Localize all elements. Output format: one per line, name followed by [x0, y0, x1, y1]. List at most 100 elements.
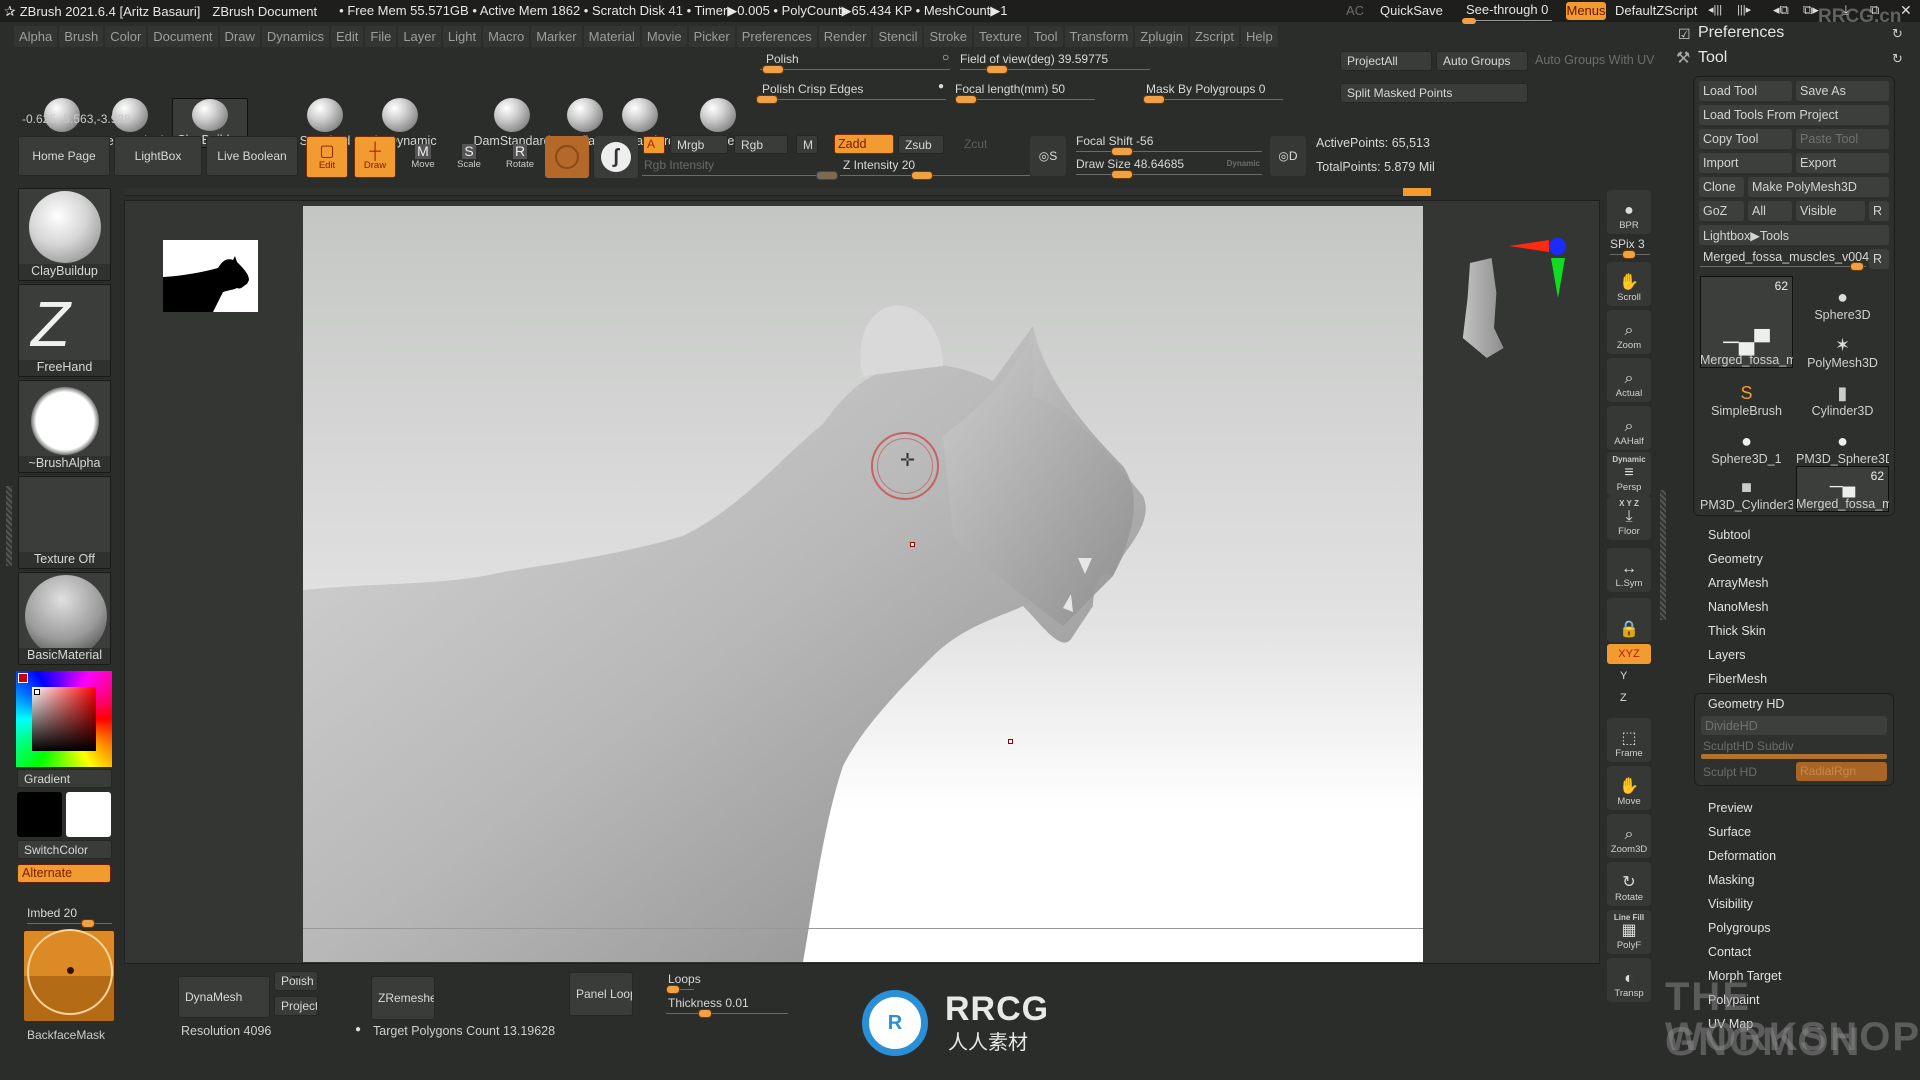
- gizmo-y-axis[interactable]: [1551, 258, 1565, 298]
- shelf-zoom-button[interactable]: ⌕ Zoom: [1607, 310, 1651, 354]
- focal-length-slider[interactable]: Focal length(mm) 50: [955, 82, 1095, 104]
- load-tools-from-project-button[interactable]: Load Tools From Project: [1699, 105, 1889, 125]
- shelf-lsym-button[interactable]: ↔ L.Sym: [1607, 548, 1651, 592]
- menu-zplugin[interactable]: Zplugin: [1135, 25, 1188, 47]
- lazy-mouse-s-button[interactable]: ◎ S: [1030, 136, 1066, 176]
- shelf-move-button[interactable]: ✋ Move: [1607, 766, 1651, 810]
- focal-shift-slider[interactable]: Focal Shift -56: [1076, 134, 1262, 156]
- auto-groups-with-uv-button[interactable]: Auto Groups With UV: [1535, 53, 1655, 67]
- menu-stroke[interactable]: Stroke: [924, 25, 973, 47]
- subpalette-nanomesh[interactable]: NanoMesh: [1708, 600, 1768, 614]
- shelf-polyf-button[interactable]: Line Fill ▦ PolyF: [1607, 910, 1651, 954]
- target-polygons-count-slider[interactable]: Target Polygons Count 13.19628: [373, 1024, 555, 1038]
- preferences-reset-icon[interactable]: ↻: [1892, 26, 1903, 42]
- material-thumbnail[interactable]: BasicMaterial: [18, 572, 111, 665]
- tool-thumb-merged_fossa_m[interactable]: 62 ─▄▀ Merged_fossa_m: [1700, 276, 1793, 368]
- menu-help[interactable]: Help: [1240, 25, 1278, 47]
- draw-size-slider[interactable]: Draw Size 48.64685 Dynamic: [1076, 157, 1262, 179]
- rotate-mode-button[interactable]: R Rotate: [496, 136, 544, 178]
- subpalette-subtool[interactable]: Subtool: [1708, 528, 1750, 542]
- lazy-mouse-d-button[interactable]: ◎ D: [1270, 136, 1306, 176]
- zcut-button[interactable]: Zcut: [964, 137, 987, 151]
- menu-preferences[interactable]: Preferences: [736, 25, 817, 47]
- export-button[interactable]: Export: [1796, 153, 1889, 173]
- alpha-thumbnail[interactable]: ~BrushAlpha: [18, 380, 111, 473]
- panel-loops-button[interactable]: Panel Loops: [569, 972, 633, 1016]
- color-picker[interactable]: [16, 671, 112, 767]
- menu-transform[interactable]: Transform: [1064, 25, 1134, 47]
- shelf-transp-button[interactable]: ◐ Transp: [1607, 958, 1651, 1002]
- split-masked-points-button[interactable]: Split Masked Points: [1340, 83, 1528, 103]
- menu-light[interactable]: Light: [442, 25, 482, 47]
- divide-hd-button[interactable]: DivideHD: [1701, 716, 1887, 735]
- shelf-y-button[interactable]: Y: [1620, 670, 1627, 682]
- subpalette-contact[interactable]: Contact: [1708, 945, 1751, 959]
- menu-picker[interactable]: Picker: [688, 25, 735, 47]
- live-boolean-button[interactable]: Live Boolean: [206, 136, 298, 176]
- preferences-checkbox-icon[interactable]: ☑: [1678, 26, 1691, 43]
- a-toggle[interactable]: A: [643, 136, 665, 154]
- document-viewport[interactable]: ✛: [303, 206, 1423, 962]
- shelf-bpr-button[interactable]: ● BPR: [1607, 190, 1651, 234]
- auto-groups-button[interactable]: Auto Groups: [1436, 51, 1528, 71]
- gradient-button[interactable]: Gradient: [17, 769, 112, 788]
- shelf-floor-button[interactable]: X Y Z ⤓ Floor: [1607, 496, 1651, 540]
- fov-radio-icon[interactable]: ○: [942, 50, 949, 64]
- default-zscript-button[interactable]: DefaultZScript: [1615, 3, 1697, 18]
- shelf-spix-button[interactable]: SPix 3: [1610, 237, 1650, 259]
- zsub-button[interactable]: Zsub: [898, 135, 944, 154]
- goz-r-button[interactable]: R: [1869, 201, 1889, 221]
- z-intensity-knob[interactable]: [911, 171, 933, 180]
- subpalette-arraymesh[interactable]: ArrayMesh: [1708, 576, 1768, 590]
- menu-color[interactable]: Color: [105, 25, 147, 47]
- subpalette-preview[interactable]: Preview: [1708, 801, 1752, 815]
- rgb-intensity-knob[interactable]: [816, 171, 838, 180]
- sculpthd-subdiv-slider[interactable]: SculptHD Subdiv: [1701, 739, 1887, 759]
- brush-thumbnail[interactable]: ClayBuildup: [18, 188, 111, 281]
- spix-knob[interactable]: [1622, 250, 1636, 259]
- subpalette-visibility[interactable]: Visibility: [1708, 897, 1753, 911]
- preferences-palette-title[interactable]: Preferences: [1698, 24, 1784, 42]
- menu-texture[interactable]: Texture: [974, 25, 1027, 47]
- shelf-aahalf-button[interactable]: ⌕ AAHalf: [1607, 406, 1651, 450]
- polish-slider[interactable]: Polish: [760, 52, 950, 74]
- left-shelf-scrollbar[interactable]: [6, 486, 12, 566]
- current-tool-knob[interactable]: [1850, 262, 1864, 271]
- subpalette-fibermesh[interactable]: FiberMesh: [1708, 672, 1767, 686]
- save-as-button[interactable]: Save As: [1796, 81, 1889, 101]
- ac-label[interactable]: AC: [1346, 3, 1364, 18]
- project-all-button[interactable]: ProjectAll: [1340, 51, 1432, 71]
- subpalette-deformation[interactable]: Deformation: [1708, 849, 1776, 863]
- subpalette-masking[interactable]: Masking: [1708, 873, 1755, 887]
- sculpt-hd-button[interactable]: Sculpt HD: [1703, 765, 1757, 779]
- menu-macro[interactable]: Macro: [483, 25, 530, 47]
- shelf-actual-button[interactable]: ⌕ Actual: [1607, 358, 1651, 402]
- switch-color-button[interactable]: SwitchColor: [17, 840, 112, 859]
- fov-knob[interactable]: [986, 65, 1008, 74]
- texture-thumbnail[interactable]: Texture Off: [18, 476, 111, 569]
- tool-reset-icon[interactable]: ↻: [1892, 51, 1903, 67]
- gizmo-z-axis[interactable]: [1549, 238, 1566, 255]
- fov-slider[interactable]: Field of view(deg) 39.59775: [960, 52, 1150, 74]
- prev-layout-icon[interactable]: ◂⧉: [1773, 2, 1789, 18]
- tool-thumb-pm3d_cylinder3[interactable]: ■ PM3D_Cylinder3: [1700, 466, 1793, 512]
- current-tool-slider[interactable]: Merged_fossa_muscles_v004: [1700, 249, 1869, 271]
- m-button[interactable]: M: [796, 135, 818, 154]
- polish-crisp-edges-slider[interactable]: Polish Crisp Edges: [756, 82, 946, 104]
- rgb-intensity-slider[interactable]: Rgb Intensity: [642, 158, 838, 180]
- quicksave-button[interactable]: QuickSave: [1380, 3, 1443, 18]
- shelf-zoom3d-button[interactable]: ⌕ Zoom3D: [1607, 814, 1651, 858]
- tool-thumb-sphere3d[interactable]: ● Sphere3D: [1796, 276, 1889, 322]
- shelf-frame-button[interactable]: ⬚ Frame: [1607, 718, 1651, 762]
- focal-shift-knob[interactable]: [1111, 147, 1133, 156]
- menu-zscript[interactable]: Zscript: [1189, 25, 1239, 47]
- imbed-knob[interactable]: [81, 919, 95, 928]
- geometry-hd-header[interactable]: Geometry HD: [1708, 697, 1784, 711]
- lightbox-button[interactable]: LightBox: [114, 136, 202, 176]
- stroke-swatch-button[interactable]: ʃ: [594, 136, 638, 178]
- mask-by-polygroups-knob[interactable]: [1143, 95, 1165, 104]
- menu-brush[interactable]: Brush: [59, 25, 104, 47]
- edit-curve-preview[interactable]: [23, 929, 115, 1022]
- menu-dynamics[interactable]: Dynamics: [261, 25, 329, 47]
- radial-rgn-button[interactable]: RadialRgn: [1796, 762, 1887, 781]
